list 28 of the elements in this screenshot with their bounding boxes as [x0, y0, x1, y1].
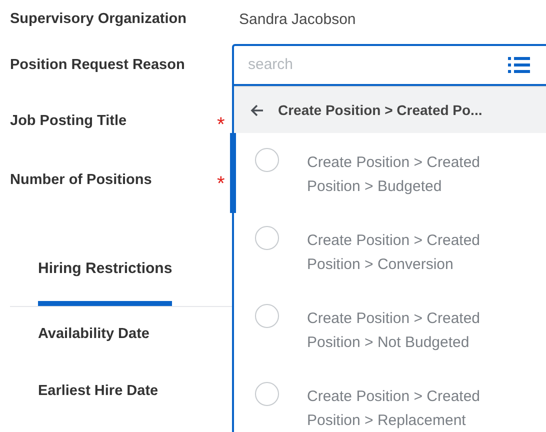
- field-label: Position Request Reason: [10, 56, 186, 76]
- field-label: Job Posting Title: [10, 112, 128, 132]
- tab[interactable]: Hiring Restrictions: [38, 246, 172, 306]
- option-row[interactable]: Create Position > Created Position > Budgeted: [234, 133, 546, 211]
- option-row[interactable]: Create Position > Created Position > Conversion: [234, 211, 546, 289]
- radio-button[interactable]: [255, 382, 279, 406]
- search-box[interactable]: search: [232, 44, 546, 86]
- field-value: Sandra Jacobson: [239, 10, 356, 30]
- breadcrumb-header[interactable]: Create Position > Created Po...: [234, 86, 546, 133]
- option-row[interactable]: Create Position > Created Position > Not Budgeted: [234, 289, 546, 367]
- option-label: Create Position > Created Position > Budgeted: [307, 153, 482, 197]
- option-row[interactable]: Create Position > Created Position > Replacement: [234, 367, 546, 432]
- field-label: Availability Date: [38, 325, 150, 344]
- required-asterisk: *: [217, 174, 225, 194]
- list-icon[interactable]: [508, 56, 530, 74]
- required-asterisk: *: [217, 115, 225, 135]
- field-label: Supervisory Organization: [10, 10, 188, 30]
- back-arrow-icon[interactable]: [250, 104, 264, 116]
- field-label: Earliest Hire Date: [38, 382, 158, 402]
- option-label: Create Position > Created Position > Not Budgeted: [307, 309, 482, 353]
- search-field[interactable]: search: [248, 54, 508, 76]
- breadcrumb-text: Create Position > Created Po...: [278, 100, 482, 120]
- option-label: Create Position > Created Position > Conversion: [307, 231, 482, 275]
- radio-button[interactable]: [255, 226, 279, 250]
- radio-button[interactable]: [255, 148, 279, 172]
- option-label: Create Position > Created Position > Replacement: [307, 387, 482, 431]
- field-label: Number of Positions: [10, 171, 153, 190]
- radio-button[interactable]: [255, 304, 279, 328]
